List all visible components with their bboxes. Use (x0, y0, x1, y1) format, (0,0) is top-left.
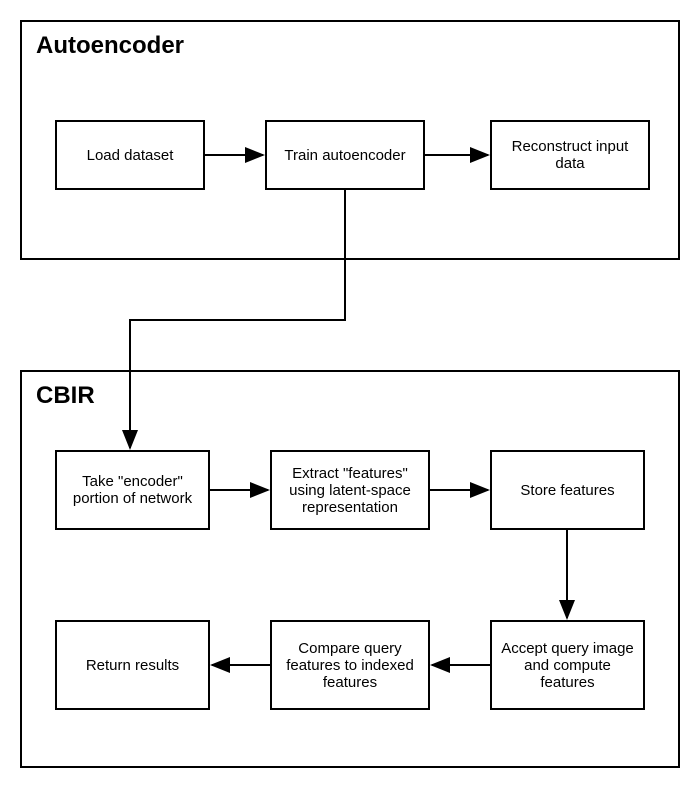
box-extract-features-label: Extract "features" using latent-space re… (278, 465, 422, 516)
box-extract-features: Extract "features" using latent-space re… (270, 450, 430, 530)
box-accept-query: Accept query image and compute features (490, 620, 645, 710)
box-return-results-label: Return results (86, 657, 179, 674)
box-train-autoencoder-label: Train autoencoder (284, 147, 405, 164)
box-load-dataset-label: Load dataset (87, 147, 174, 164)
box-store-features-label: Store features (520, 482, 614, 499)
box-train-autoencoder: Train autoencoder (265, 120, 425, 190)
cbir-title: CBIR (36, 382, 95, 410)
box-take-encoder: Take "encoder" portion of network (55, 450, 210, 530)
box-compare-features: Compare query features to indexed featur… (270, 620, 430, 710)
box-take-encoder-label: Take "encoder" portion of network (63, 473, 202, 507)
box-return-results: Return results (55, 620, 210, 710)
box-accept-query-label: Accept query image and compute features (498, 640, 637, 691)
box-load-dataset: Load dataset (55, 120, 205, 190)
box-compare-features-label: Compare query features to indexed featur… (278, 640, 422, 691)
box-reconstruct-input-label: Reconstruct input data (498, 138, 642, 172)
box-store-features: Store features (490, 450, 645, 530)
box-reconstruct-input: Reconstruct input data (490, 120, 650, 190)
autoencoder-title: Autoencoder (36, 32, 184, 60)
